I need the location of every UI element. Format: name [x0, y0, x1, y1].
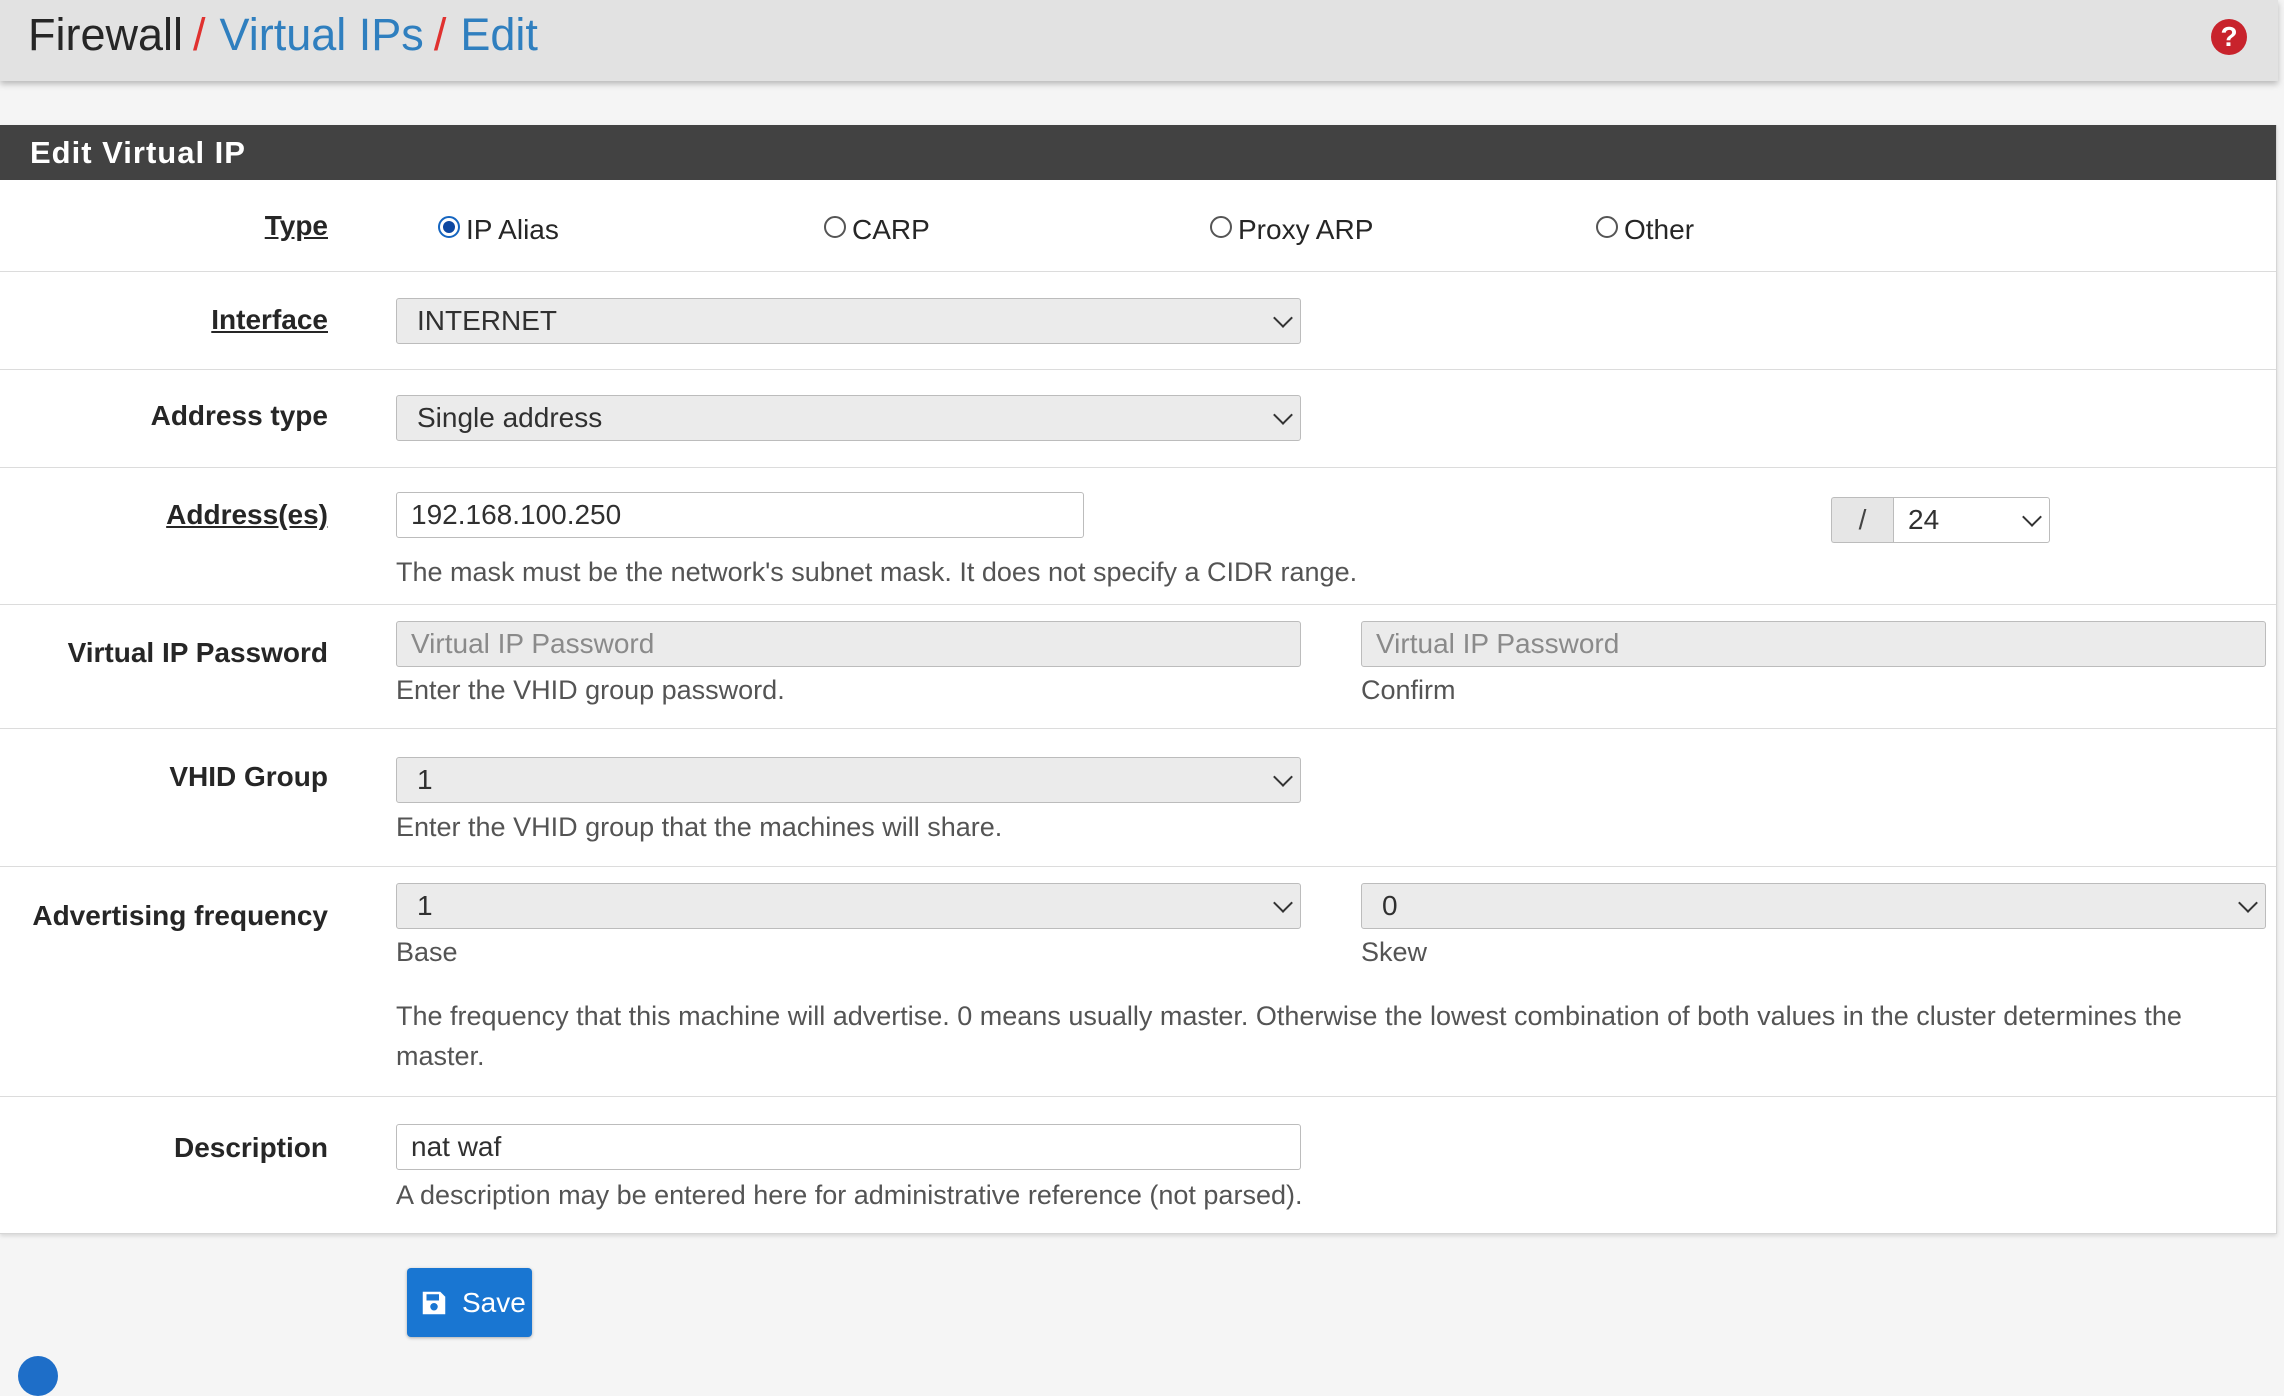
type-row: Type IP Alias CARP Proxy ARP Other: [0, 180, 2276, 272]
save-button[interactable]: Save: [407, 1268, 532, 1337]
interface-label[interactable]: Interface: [211, 304, 328, 336]
advertising-skew-help: Skew: [1361, 937, 1428, 967]
advertising-base-value: 1: [417, 890, 433, 921]
radio-proxy-arp[interactable]: Proxy ARP: [1210, 214, 1373, 246]
vhid-group-row: VHID Group 1 Enter the VHID group that t…: [0, 729, 2276, 867]
addresses-help: The mask must be the network's subnet ma…: [396, 557, 1358, 587]
advertising-frequency-row: Advertising frequency 1 0 Base Skew The …: [0, 867, 2276, 1097]
vhid-group-help: Enter the VHID group that the machines w…: [396, 812, 1003, 842]
edit-virtual-ip-panel: Edit Virtual IP Type IP Alias CARP Proxy…: [0, 125, 2277, 1234]
radio-unchecked-icon[interactable]: [824, 216, 846, 238]
vip-password-confirm-placeholder: Virtual IP Password: [1376, 628, 1620, 659]
vip-password-placeholder: Virtual IP Password: [411, 628, 655, 659]
vhid-group-label: VHID Group: [169, 761, 328, 792]
mask-select[interactable]: 24: [1893, 497, 2050, 543]
radio-ip-alias-label: IP Alias: [466, 214, 559, 245]
breadcrumb-separator: /: [433, 9, 447, 60]
address-type-value: Single address: [417, 402, 603, 433]
description-row: Description nat waf A description may be…: [0, 1097, 2276, 1233]
vhid-group-value: 1: [417, 764, 433, 795]
radio-proxy-arp-label: Proxy ARP: [1238, 214, 1374, 245]
address-value: 192.168.100.250: [411, 499, 622, 530]
advertising-frequency-help-line2: master.: [396, 1041, 485, 1071]
description-value: nat waf: [411, 1131, 502, 1162]
floppy-disk-icon: [422, 1291, 446, 1315]
save-label: Save: [462, 1287, 526, 1318]
advertising-frequency-help-line1: The frequency that this machine will adv…: [396, 1001, 2182, 1031]
vip-password-confirm-help: Confirm: [1361, 675, 1456, 705]
breadcrumb-virtual-ips[interactable]: Virtual IPs: [220, 9, 424, 60]
breadcrumb-firewall: Firewall: [28, 9, 184, 60]
description-input[interactable]: nat waf: [396, 1124, 1301, 1170]
breadcrumb-separator: /: [193, 9, 206, 60]
chevron-down-icon: [1273, 308, 1293, 328]
chevron-down-icon: [2238, 893, 2258, 913]
radio-unchecked-icon[interactable]: [1210, 216, 1232, 238]
vip-password-input[interactable]: Virtual IP Password: [396, 621, 1301, 667]
mask-value: 24: [1908, 504, 1940, 535]
radio-other-label: Other: [1624, 214, 1695, 245]
vip-password-row: Virtual IP Password Virtual IP Password …: [0, 605, 2276, 729]
radio-ip-alias[interactable]: IP Alias: [438, 214, 559, 246]
advertising-base-select[interactable]: 1: [396, 883, 1301, 929]
advertising-skew-value: 0: [1382, 890, 1398, 921]
vip-password-label: Virtual IP Password: [67, 637, 328, 668]
scroll-top-icon[interactable]: [18, 1356, 58, 1396]
description-label: Description: [173, 1132, 328, 1163]
vip-password-help: Enter the VHID group password.: [396, 675, 785, 705]
address-type-select[interactable]: Single address: [396, 395, 1301, 441]
page-header: Firewall / Virtual IPs / Edit ?: [0, 0, 2278, 81]
description-help: A description may be entered here for ad…: [396, 1180, 1303, 1210]
breadcrumb: Firewall / Virtual IPs / Edit: [28, 6, 538, 64]
chevron-down-icon: [1273, 893, 1293, 913]
interface-select[interactable]: INTERNET: [396, 298, 1301, 344]
mask-separator: /: [1831, 497, 1893, 543]
question-circle-icon[interactable]: ?: [2211, 19, 2247, 55]
address-type-label: Address type: [150, 400, 328, 431]
radio-unchecked-icon[interactable]: [1596, 216, 1618, 238]
chevron-down-icon: [2022, 507, 2042, 527]
advertising-skew-select[interactable]: 0: [1361, 883, 2266, 929]
vip-password-confirm-input[interactable]: Virtual IP Password: [1361, 621, 2266, 667]
interface-value: INTERNET: [417, 305, 557, 336]
radio-carp-label: CARP: [852, 214, 930, 245]
radio-other[interactable]: Other: [1596, 214, 1694, 246]
panel-title: Edit Virtual IP: [0, 125, 2276, 180]
advertising-frequency-label: Advertising frequency: [32, 900, 328, 931]
vhid-group-select[interactable]: 1: [396, 757, 1301, 803]
radio-carp[interactable]: CARP: [824, 214, 930, 246]
interface-row: Interface INTERNET: [0, 272, 2276, 370]
address-input[interactable]: 192.168.100.250: [396, 492, 1084, 538]
breadcrumb-edit[interactable]: Edit: [460, 9, 538, 60]
address-type-row: Address type Single address: [0, 370, 2276, 468]
addresses-label[interactable]: Address(es): [166, 499, 328, 531]
advertising-base-help: Base: [396, 937, 458, 967]
chevron-down-icon: [1273, 405, 1293, 425]
chevron-down-icon: [1273, 767, 1293, 787]
type-label[interactable]: Type: [265, 210, 328, 242]
radio-checked-icon[interactable]: [438, 216, 460, 238]
